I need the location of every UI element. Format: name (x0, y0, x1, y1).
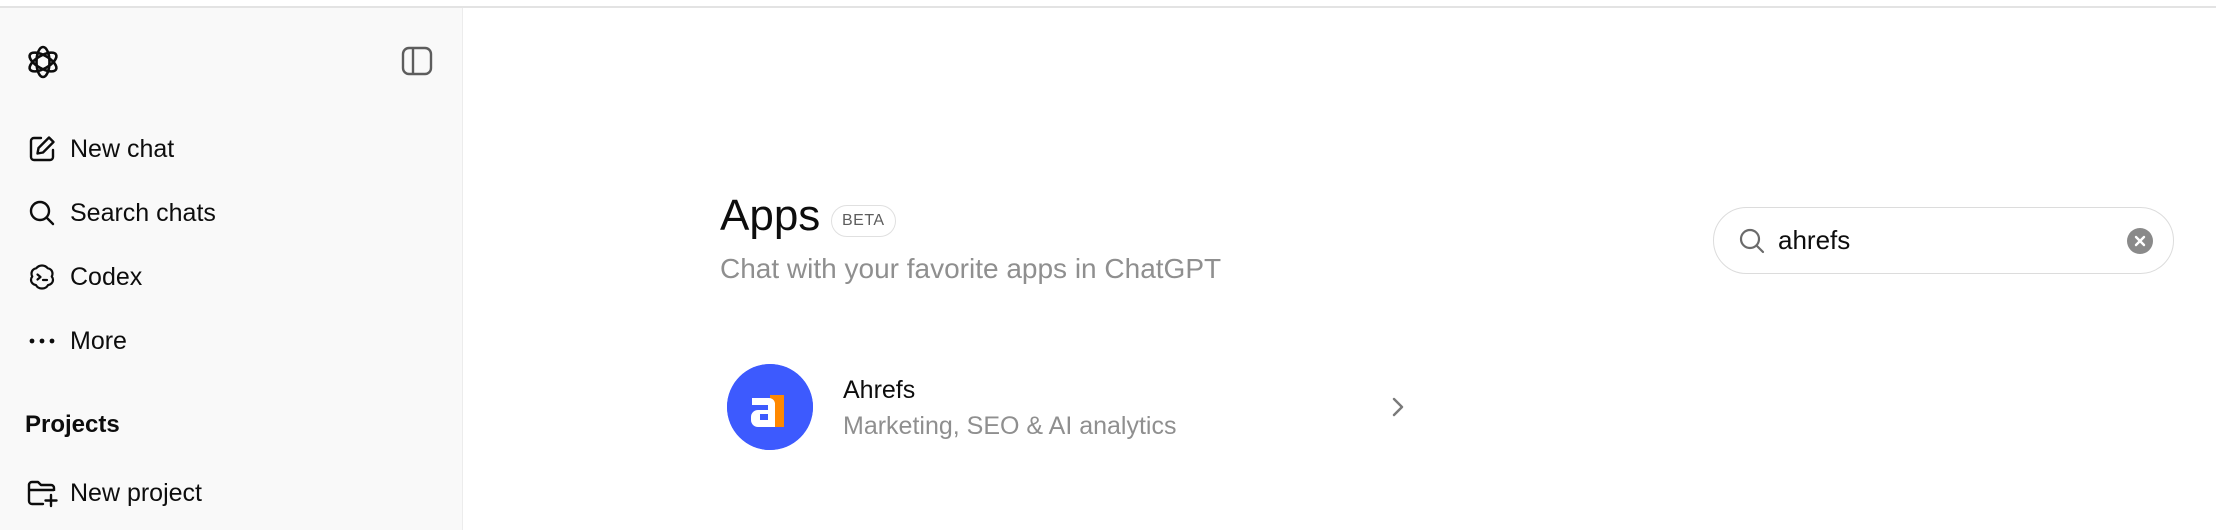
new-chat-button[interactable]: New chat (12, 121, 442, 177)
app-name: Ahrefs (843, 376, 916, 404)
apps-search-input[interactable] (1778, 225, 2108, 256)
clear-icon[interactable] (2127, 228, 2153, 254)
folder-plus-icon (24, 475, 60, 511)
top-border (0, 0, 2216, 8)
page-title: Apps (720, 191, 821, 240)
search-icon (1736, 225, 1768, 257)
new-chat-label: New chat (70, 134, 175, 163)
chevron-right-icon (1383, 392, 1413, 422)
sidebar-toggle-button[interactable] (398, 44, 436, 82)
more-button[interactable]: More (12, 313, 442, 369)
openai-logo-icon[interactable] (23, 42, 63, 82)
apps-search-box (1713, 207, 2174, 274)
app-list-item-ahrefs[interactable]: Ahrefs Marketing, SEO & AI analytics (720, 354, 1410, 460)
search-chats-button[interactable]: Search chats (12, 185, 442, 241)
search-icon (24, 195, 60, 231)
beta-badge: BETA (831, 205, 896, 237)
codex-label: Codex (70, 262, 143, 291)
codex-icon (24, 259, 60, 295)
edit-icon (24, 131, 60, 167)
new-project-button[interactable]: New project (12, 465, 442, 521)
sidebar-toggle-icon (401, 46, 433, 81)
more-dots-icon (24, 323, 60, 359)
search-chats-label: Search chats (70, 198, 216, 227)
sidebar: New chat Search chats Codex More Project… (0, 8, 463, 530)
page-subtitle: Chat with your favorite apps in ChatGPT (720, 253, 1222, 284)
new-project-label: New project (70, 478, 202, 507)
codex-button[interactable]: Codex (12, 249, 442, 305)
app-description: Marketing, SEO & AI analytics (843, 412, 1177, 440)
more-label: More (70, 326, 127, 355)
ahrefs-logo-icon (727, 364, 813, 450)
projects-heading: Projects (25, 411, 120, 438)
